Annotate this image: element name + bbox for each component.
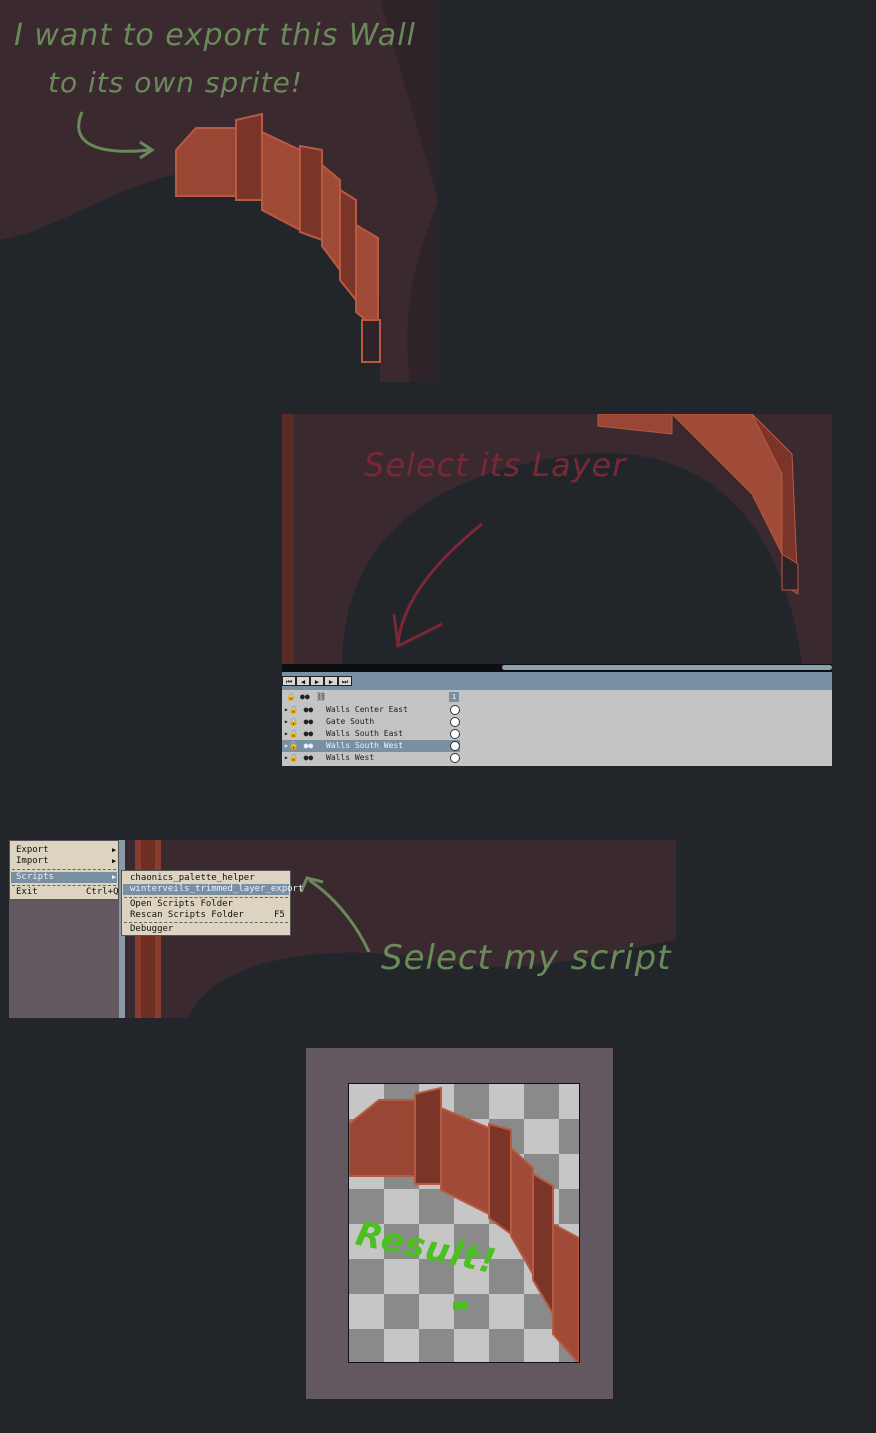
layer-controls-icon[interactable]: ▸🔒 ●●	[284, 740, 324, 752]
exported-sprite-preview: Result!	[348, 1083, 580, 1363]
cel-circle-icon[interactable]	[450, 753, 460, 763]
menu-label: Import	[16, 856, 49, 866]
lock-icon[interactable]: 🔒	[286, 690, 296, 704]
layer-name: Walls South West	[326, 741, 404, 750]
screenshot-wall-overview: I want to export this Wall to its own sp…	[0, 0, 438, 382]
menu-label: Export	[16, 845, 49, 855]
layers-list: 🔒 ●● ⛓ 1 ▸🔒 ●● Walls Center East ▸🔒 ●● G…	[282, 690, 832, 766]
next-frame-icon[interactable]: ▶	[324, 676, 338, 686]
submenu-arrow-icon: ▶	[112, 857, 117, 865]
horizontal-scrollbar[interactable]	[282, 664, 832, 672]
screenshot-layers-panel: Select its Layer ⏮ ◀ ▶ ▶ ⏭ 🔒 ●● ⛓ 1 ▸🔒 ●…	[282, 414, 832, 766]
layer-controls-icon[interactable]: ▸🔒 ●●	[284, 716, 324, 728]
layer-row-gate-south[interactable]: ▸🔒 ●● Gate South	[282, 716, 460, 728]
scrollbar-thumb[interactable]	[502, 665, 832, 670]
layer-row-walls-south-east[interactable]: ▸🔒 ●● Walls South East	[282, 728, 460, 740]
first-frame-icon[interactable]: ⏮	[282, 676, 296, 686]
layers-header: 🔒 ●● ⛓ 1	[282, 690, 460, 704]
layer-canvas-view: Select its Layer	[282, 414, 832, 664]
menu-item-export[interactable]: Export	[16, 845, 116, 856]
link-icon[interactable]: ⛓	[316, 690, 326, 704]
timeline-toolbar: ⏮ ◀ ▶ ▶ ⏭	[282, 672, 832, 690]
menu-item-trimmed-layer-export[interactable]: winterveils_trimmed_layer_export	[123, 884, 303, 895]
wall-canvas-illustration	[0, 0, 438, 382]
menu-label: Scripts	[16, 872, 54, 882]
menu-item-scripts[interactable]: Scripts	[11, 872, 117, 883]
menu-item-debugger[interactable]: Debugger	[130, 924, 173, 935]
layer-name: Walls South East	[326, 729, 404, 738]
layer-name: Gate South	[326, 717, 375, 726]
layer-controls-icon[interactable]: ▸🔒 ●●	[284, 728, 324, 740]
submenu-arrow-icon: ▶	[112, 873, 117, 881]
menu-item-chaonics-palette-helper[interactable]: chaonics_palette_helper	[130, 873, 255, 884]
menu-divider	[12, 869, 116, 871]
menu-item-rescan-scripts-folder[interactable]: Rescan Scripts Folder	[130, 910, 244, 921]
layer-row-walls-center-east[interactable]: ▸🔒 ●● Walls Center East	[282, 704, 460, 716]
menu-label: winterveils_trimmed_layer_export	[130, 884, 304, 894]
exclamation-dot-icon	[453, 1302, 467, 1310]
frame-number-1[interactable]: 1	[449, 692, 459, 702]
screenshot-scripts-menu: Export ▶ Import ▶ Scripts ▶ Exit Ctrl+Q …	[9, 840, 676, 1018]
last-frame-icon[interactable]: ⏭	[338, 676, 352, 686]
layer-controls-icon[interactable]: ▸🔒 ●●	[284, 752, 324, 764]
submenu-arrow-icon: ▶	[112, 846, 117, 854]
menu-item-open-scripts-folder[interactable]: Open Scripts Folder	[130, 899, 233, 910]
layer-name: Walls Center East	[326, 705, 408, 714]
file-menu: Export ▶ Import ▶ Scripts ▶ Exit Ctrl+Q	[9, 840, 119, 900]
annotation-select-layer: Select its Layer	[364, 446, 627, 484]
layer-name: Walls West	[326, 753, 375, 762]
prev-frame-icon[interactable]: ◀	[296, 676, 310, 686]
annotation-own-sprite: to its own sprite!	[48, 66, 304, 99]
exit-shortcut: Ctrl+Q	[86, 887, 119, 897]
menu-label: Exit	[16, 887, 38, 897]
layer-row-walls-west[interactable]: ▸🔒 ●● Walls West	[282, 752, 460, 764]
layer-row-walls-south-west[interactable]: ▸🔒 ●● Walls South West	[282, 740, 460, 752]
cel-circle-icon[interactable]	[450, 705, 460, 715]
scripts-submenu: chaonics_palette_helper winterveils_trim…	[121, 870, 303, 936]
cel-circle-icon[interactable]	[450, 729, 460, 739]
menu-item-import[interactable]: Import	[16, 856, 116, 867]
screenshot-result: Result!	[306, 1048, 613, 1399]
menu-item-exit[interactable]: Exit	[16, 887, 76, 898]
rescan-shortcut: F5	[274, 910, 285, 920]
visibility-icon[interactable]: ●●	[300, 690, 310, 704]
annotation-select-script: Select my script	[381, 938, 672, 978]
cel-circle-icon[interactable]	[450, 741, 460, 751]
annotation-export-wall: I want to export this Wall	[14, 18, 416, 53]
cel-circle-icon[interactable]	[450, 717, 460, 727]
play-icon[interactable]: ▶	[310, 676, 324, 686]
layer-controls-icon[interactable]: ▸🔒 ●●	[284, 704, 324, 716]
